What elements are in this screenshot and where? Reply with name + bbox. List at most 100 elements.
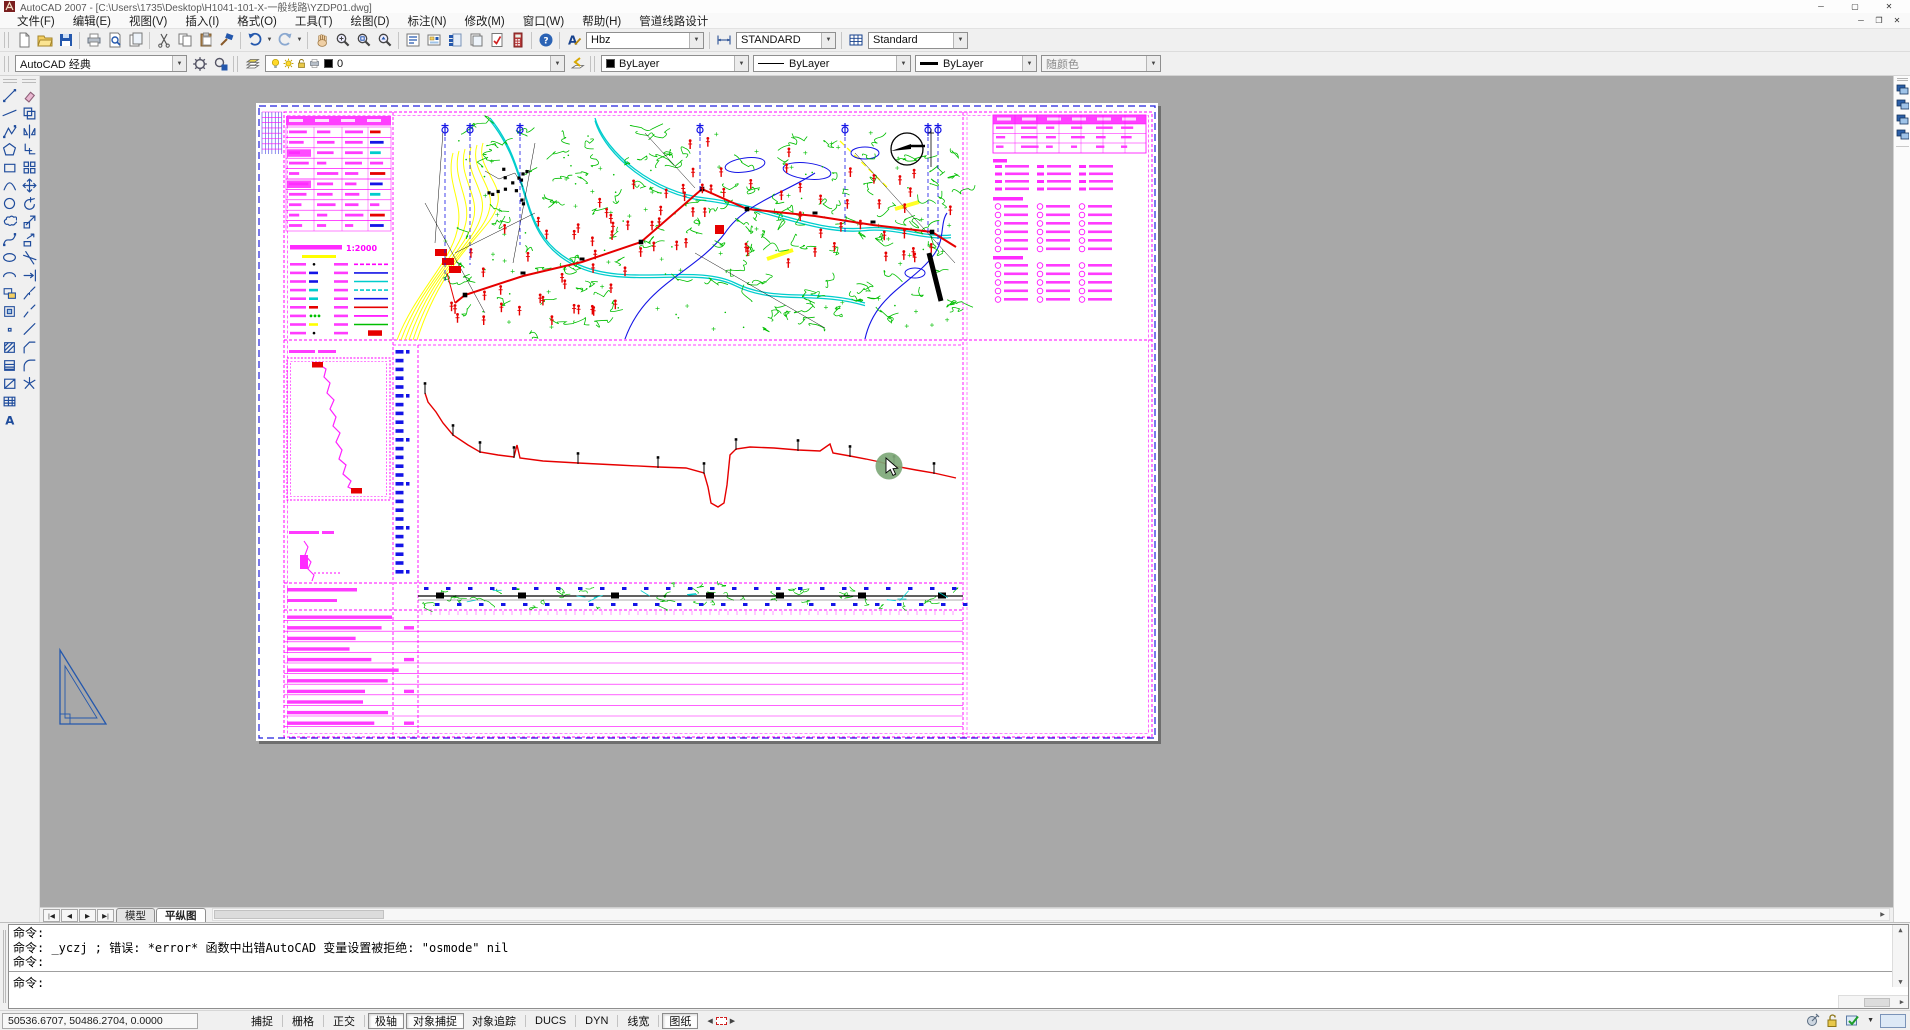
scroll-down-arrow[interactable]: ▼ (1898, 978, 1902, 986)
draw-construction-line-tool[interactable] (0, 104, 19, 122)
toggle-极轴[interactable]: 极轴 (368, 1013, 404, 1029)
zoom-button[interactable] (332, 31, 353, 50)
modify-erase-tool[interactable] (20, 86, 39, 104)
layout-prev-arrow[interactable]: ◀ (707, 1017, 712, 1025)
cut-button[interactable] (153, 31, 174, 50)
draw-polygon-tool[interactable] (0, 140, 19, 158)
menu-item-3[interactable]: 插入(I) (176, 13, 228, 29)
last-tab-button[interactable]: ▶| (97, 909, 114, 922)
menu-item-10[interactable]: 帮助(H) (573, 13, 630, 29)
draw-make-block-tool[interactable] (0, 302, 19, 320)
toolbar-grip[interactable] (590, 56, 595, 72)
modify-join-tool[interactable] (20, 320, 39, 338)
horizontal-scrollbar[interactable]: ▶ (212, 908, 1891, 921)
chevron-down-icon[interactable]: ▼ (265, 31, 274, 50)
command-history[interactable]: 命令: 命令: _yczj ; 错误: *error* 函数中出错AutoCAD… (9, 925, 1908, 972)
scroll-right-arrow[interactable]: ▶ (1900, 998, 1904, 1006)
plot-button[interactable] (83, 31, 104, 50)
layer-plot-icon[interactable] (309, 58, 320, 69)
modify-trim-tool[interactable] (20, 248, 39, 266)
menu-item-4[interactable]: 格式(O) (228, 13, 286, 29)
minimize-button[interactable]: ─ (1804, 0, 1838, 13)
associated-standards-icon[interactable] (1845, 1013, 1861, 1029)
layer-lock-icon[interactable] (296, 58, 307, 69)
toolbar-grip[interactable] (4, 56, 9, 72)
chevron-down-icon[interactable]: ▼ (734, 56, 748, 71)
color-combo[interactable]: ByLayer ▼ (601, 55, 749, 72)
toolbar-grip[interactable] (4, 32, 9, 48)
zoomwin-button[interactable] (353, 31, 374, 50)
modify-chamfer-tool[interactable] (20, 338, 39, 356)
draw-point-tool[interactable] (0, 320, 19, 338)
doc-close-button[interactable]: ✕ (1888, 14, 1906, 28)
draw-region-tool[interactable] (0, 374, 19, 392)
chevron-down-icon[interactable]: ▼ (821, 33, 835, 48)
drawing-area[interactable]: 1:2000 |◀ ◀ ▶ ▶| 模型 平纵图 ▶ (40, 76, 1893, 922)
chevron-down-icon[interactable]: ▼ (953, 33, 967, 48)
first-tab-button[interactable]: |◀ (43, 909, 60, 922)
scroll-right-arrow[interactable]: ▶ (1876, 909, 1889, 920)
viewport-layout-icon[interactable] (1896, 114, 1909, 126)
markup-button[interactable] (486, 31, 507, 50)
zoomprev-button[interactable] (374, 31, 395, 50)
toolbar-grip[interactable] (233, 56, 238, 72)
viewport-layout-icon[interactable] (1896, 129, 1909, 141)
table-style-icon[interactable] (845, 31, 866, 50)
layer-combo[interactable]: 0 ▼ (265, 55, 565, 72)
modify-stretch-tool[interactable] (20, 230, 39, 248)
publish-button[interactable] (125, 31, 146, 50)
menu-item-5[interactable]: 工具(T) (286, 13, 342, 29)
layer-freeze-sun-icon[interactable] (283, 58, 294, 69)
open-button[interactable] (34, 31, 55, 50)
toggle-DYN[interactable]: DYN (579, 1013, 614, 1029)
toggle-图纸[interactable]: 图纸 (662, 1013, 698, 1029)
menu-item-8[interactable]: 修改(M) (455, 13, 513, 29)
qc-button[interactable] (507, 31, 528, 50)
toggle-捕捉[interactable]: 捕捉 (245, 1013, 279, 1029)
toggle-栅格[interactable]: 栅格 (286, 1013, 320, 1029)
copyclip-button[interactable] (174, 31, 195, 50)
coordinates-readout[interactable]: 50536.6707, 50486.2704, 0.0000 (2, 1013, 198, 1029)
dc-button[interactable] (423, 31, 444, 50)
modify-scale-tool[interactable] (20, 212, 39, 230)
chevron-down-icon[interactable]: ▼ (1022, 56, 1036, 71)
draw-line-tool[interactable] (0, 86, 19, 104)
preview-button[interactable] (104, 31, 125, 50)
modify-offset-tool[interactable] (20, 140, 39, 158)
prev-tab-button[interactable]: ◀ (61, 909, 78, 922)
communication-center-icon[interactable] (1805, 1013, 1821, 1029)
menu-item-0[interactable]: 文件(F) (8, 13, 64, 29)
modify-fillet-tool[interactable] (20, 356, 39, 374)
help-button[interactable]: ? (535, 31, 556, 50)
paste-button[interactable] (195, 31, 216, 50)
draw-ellipse-tool[interactable] (0, 248, 19, 266)
scrollbar-thumb[interactable] (1864, 998, 1890, 1007)
toggle-对象捕捉[interactable]: 对象捕捉 (406, 1013, 464, 1029)
draw-polyline-tool[interactable] (0, 122, 19, 140)
menu-item-11[interactable]: 管道线路设计 (630, 13, 717, 29)
close-button[interactable]: ✕ (1872, 0, 1906, 13)
draw-multiline-text-tool[interactable]: A (0, 410, 19, 428)
table-style-combo[interactable]: Standard▼ (868, 32, 968, 49)
scroll-up-arrow[interactable]: ▲ (1898, 926, 1902, 934)
match-button[interactable] (216, 31, 237, 50)
lineweight-combo[interactable]: ByLayer ▼ (915, 55, 1037, 72)
draw-rectangle-tool[interactable] (0, 158, 19, 176)
menu-item-9[interactable]: 窗口(W) (514, 13, 574, 29)
save-workspace-icon[interactable] (210, 54, 231, 73)
text-style-combo[interactable]: Hbz▼ (586, 32, 704, 49)
modify-break-tool[interactable] (20, 302, 39, 320)
modify-copy-object-tool[interactable] (20, 104, 39, 122)
chevron-down-icon[interactable]: ▼ (172, 56, 186, 71)
draw-table-tool[interactable] (0, 392, 19, 410)
menu-item-1[interactable]: 编辑(E) (64, 13, 120, 29)
toggle-DUCS[interactable]: DUCS (529, 1013, 572, 1029)
pan-button[interactable] (311, 31, 332, 50)
scrollbar-thumb[interactable] (214, 910, 384, 919)
tab-model[interactable]: 模型 (116, 908, 155, 922)
modify-extend-tool[interactable] (20, 266, 39, 284)
toggle-对象追踪[interactable]: 对象追踪 (466, 1013, 522, 1029)
command-input[interactable]: 命令: (9, 972, 1908, 1008)
draw-insert-block-tool[interactable] (0, 284, 19, 302)
dim-style-icon[interactable] (713, 31, 734, 50)
